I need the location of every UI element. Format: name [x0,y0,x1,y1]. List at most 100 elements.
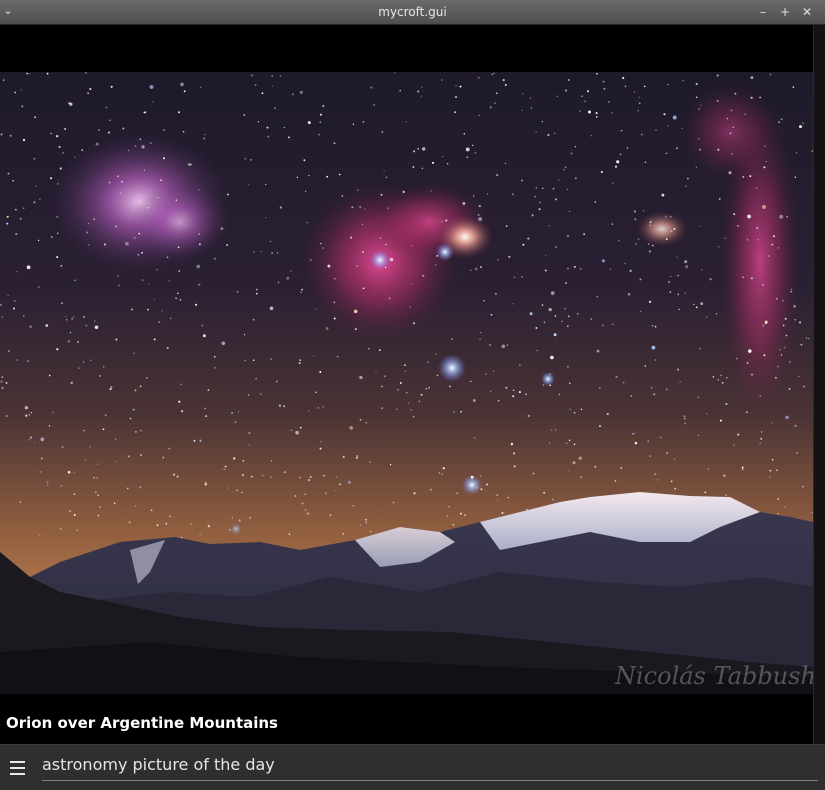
star [799,321,801,324]
star [566,234,570,237]
star [602,80,605,83]
star [175,199,177,201]
star [681,127,683,130]
star [361,223,364,226]
star [353,309,358,314]
star [1,376,4,378]
star [255,292,258,295]
star [294,495,297,497]
star [82,361,85,363]
star [651,324,654,327]
star [548,307,552,312]
star [542,187,544,189]
star [199,86,202,89]
maximize-button[interactable]: + [777,4,793,20]
star [659,436,662,439]
star [558,179,560,181]
star [267,135,270,138]
star [169,515,171,517]
star [553,333,557,337]
star [26,265,31,270]
star [190,523,192,525]
query-input[interactable] [42,751,812,777]
star [724,237,726,240]
star [199,533,201,536]
star [434,264,437,266]
close-button[interactable]: ✕ [799,4,815,20]
star [412,166,415,168]
star [1,386,4,389]
star [654,359,657,361]
star [143,169,146,171]
star [699,348,701,350]
star [85,324,88,327]
star [133,236,136,239]
star [166,347,169,350]
star [204,407,206,410]
star [384,375,386,377]
star [527,237,530,240]
star [726,377,728,379]
star [769,73,772,76]
star [277,281,280,284]
star [187,163,191,166]
star [69,510,71,512]
star [501,344,506,349]
star [147,283,150,285]
star [271,252,274,254]
star [12,307,16,310]
star [719,419,722,422]
star [768,255,770,257]
star [51,411,54,414]
star [412,416,415,418]
star [619,153,622,156]
star [486,193,489,195]
star [89,87,92,91]
star [611,223,614,225]
star [89,446,91,448]
star [243,334,246,336]
star [580,476,582,479]
star [764,321,768,325]
star [413,150,416,153]
star [250,159,252,161]
star [203,137,206,140]
star [567,79,570,81]
star [409,306,412,308]
star [512,389,515,392]
star [226,244,229,247]
star [385,176,388,179]
star [474,151,477,154]
star [790,290,792,293]
star [709,278,712,281]
star [629,269,632,272]
star [255,377,257,380]
star [599,425,601,428]
star [65,319,68,321]
star [614,165,618,168]
star [349,426,353,430]
star [399,382,402,384]
star [313,355,315,357]
star [29,325,33,329]
star [413,322,416,325]
star [57,183,59,185]
star [97,514,100,517]
star [697,434,700,437]
star [638,96,641,99]
star [295,430,299,435]
star [205,415,208,418]
star [138,232,140,235]
star [195,303,198,306]
star [596,349,600,353]
star [129,417,132,420]
star [519,364,521,366]
star [86,231,89,234]
hamburger-menu-icon[interactable] [7,757,29,779]
minimize-button[interactable]: – [755,4,771,20]
star [564,307,567,310]
star [333,142,336,145]
star [603,87,606,90]
star [574,146,577,148]
star [473,436,476,439]
